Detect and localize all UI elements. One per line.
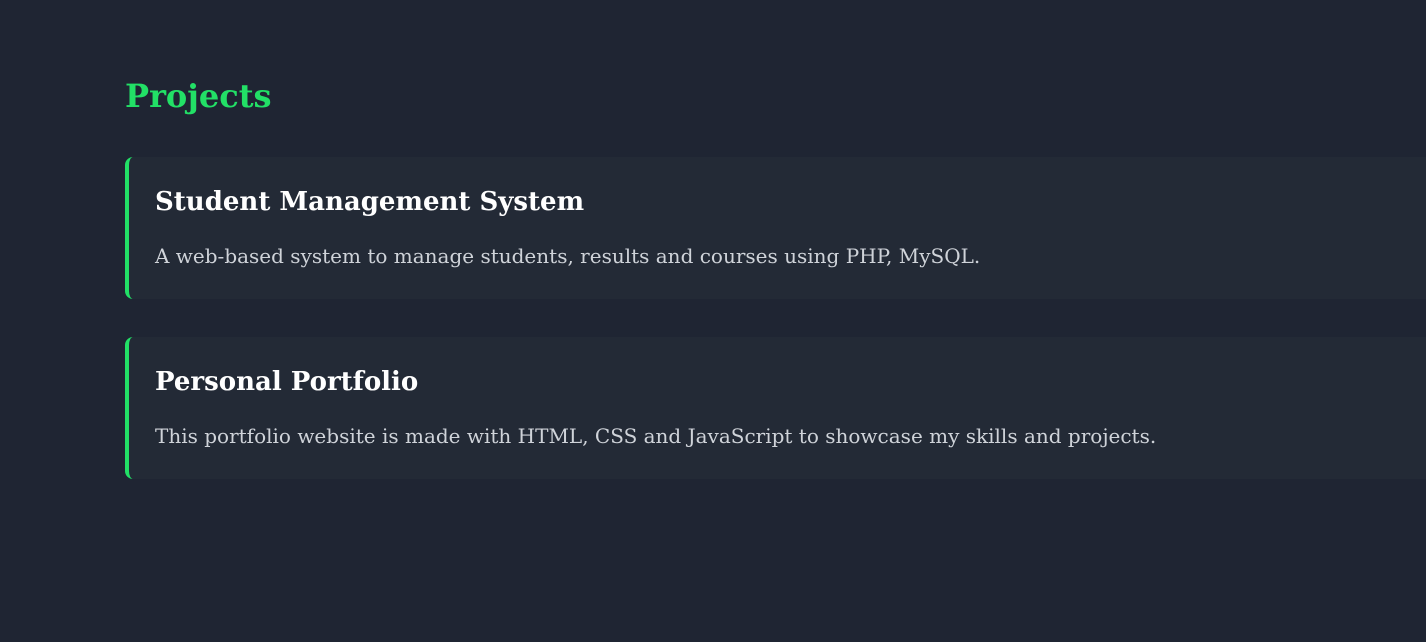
project-description: A web-based system to manage students, r… xyxy=(155,244,981,268)
projects-section: Projects Student Management System A web… xyxy=(0,0,1426,642)
project-title: Personal Portfolio xyxy=(155,367,419,397)
project-card-student-management-system: Student Management System A web-based sy… xyxy=(125,157,1426,299)
projects-heading: Projects xyxy=(125,77,272,115)
project-card-personal-portfolio: Personal Portfolio This portfolio websit… xyxy=(125,337,1426,479)
project-description: This portfolio website is made with HTML… xyxy=(155,424,1157,448)
project-title: Student Management System xyxy=(155,187,585,217)
